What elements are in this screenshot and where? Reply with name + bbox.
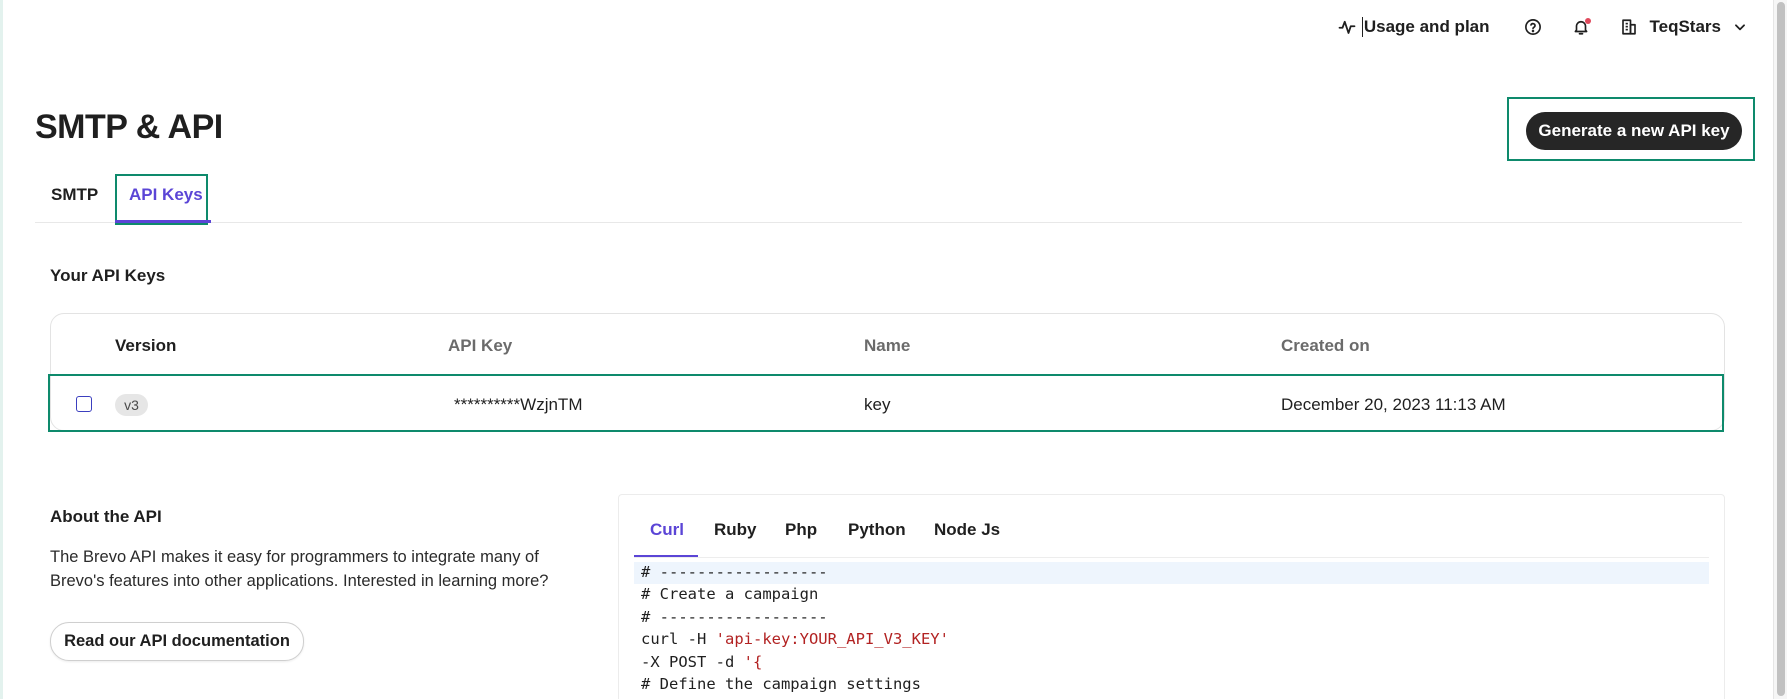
text-cursor (1361, 17, 1363, 37)
api-key-value: **********WzjnTM (454, 395, 583, 414)
about-api-title: About the API (50, 507, 162, 526)
tab-smtp[interactable]: SMTP (51, 185, 98, 205)
code-tab-curl[interactable]: Curl (650, 520, 684, 540)
code-line: # Create a campaign (641, 585, 819, 603)
active-tab-underline (115, 220, 211, 223)
top-bar: Usage and plan TeqStars (1338, 14, 1747, 40)
row-checkbox[interactable] (76, 396, 92, 412)
column-header-version: Version (115, 336, 177, 355)
code-line: # ------------------ (641, 608, 828, 626)
code-line: curl -H 'api-key:YOUR_API_V3_KEY' (641, 630, 949, 648)
activity-icon (1338, 20, 1356, 34)
tabs-divider (35, 222, 1742, 223)
account-name: TeqStars (1649, 17, 1722, 36)
code-tab-php[interactable]: Php (785, 520, 817, 540)
code-line: # Define the campaign settings (641, 675, 921, 693)
vertical-scrollbar[interactable] (1773, 0, 1787, 699)
column-header-created-on: Created on (1281, 336, 1370, 355)
scrollbar-thumb[interactable] (1777, 2, 1785, 696)
usage-label: Usage and plan (1363, 17, 1490, 36)
code-tab-ruby[interactable]: Ruby (714, 520, 757, 540)
generate-api-key-button[interactable]: Generate a new API key (1526, 112, 1742, 150)
version-badge: v3 (115, 394, 148, 416)
building-icon (1621, 19, 1636, 35)
code-tab-node-js[interactable]: Node Js (934, 520, 1000, 540)
active-code-tab-underline (634, 555, 698, 557)
help-button[interactable] (1524, 18, 1542, 36)
generate-key-highlight: Generate a new API key (1507, 97, 1755, 161)
account-menu[interactable]: TeqStars (1620, 17, 1748, 37)
column-header-name: Name (864, 336, 911, 355)
about-api-text: The Brevo API makes it easy for programm… (50, 548, 549, 590)
left-edge (0, 0, 3, 699)
page-title: SMTP & API (35, 108, 223, 146)
notification-dot (1584, 18, 1591, 24)
column-header-api-key: API Key (448, 336, 513, 355)
code-tab-python[interactable]: Python (848, 520, 906, 540)
api-key-name: key (864, 395, 891, 414)
help-circle-icon (1524, 19, 1541, 35)
code-tabs-divider (634, 557, 1709, 558)
tab-api-keys[interactable]: API Keys (129, 185, 203, 205)
api-keys-section-title: Your API Keys (50, 266, 166, 285)
usage-and-plan-link[interactable]: Usage and plan (1338, 17, 1490, 37)
api-key-created-on: December 20, 2023 11:13 AM (1281, 395, 1506, 414)
chevron-down-icon (1735, 24, 1745, 31)
code-line: # ------------------ (641, 563, 828, 581)
read-api-docs-button[interactable]: Read our API documentation (50, 622, 304, 661)
code-line: -X POST -d '{ (641, 653, 763, 671)
notifications-button[interactable] (1572, 18, 1591, 36)
